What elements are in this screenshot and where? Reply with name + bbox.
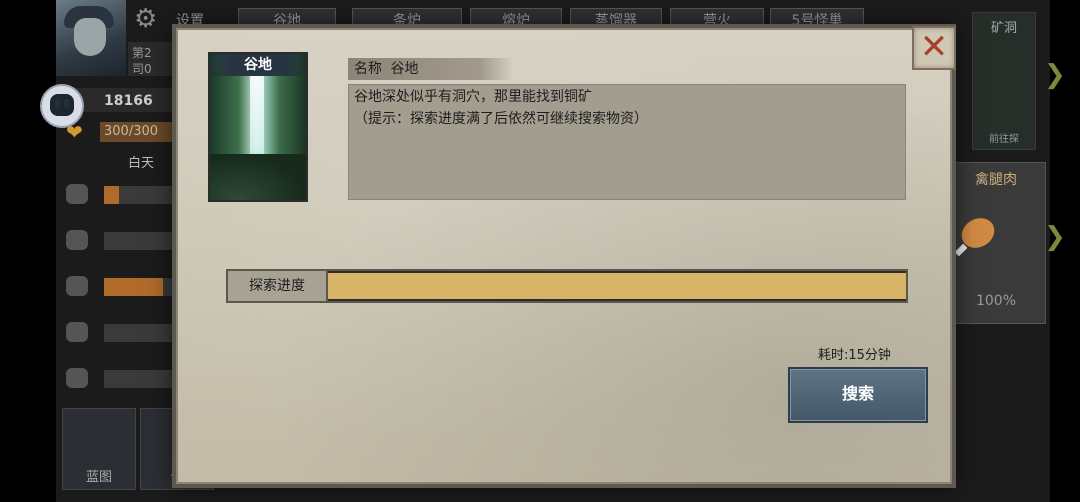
gear-icon[interactable]: ⚙: [134, 4, 157, 34]
character-avatar[interactable]: [56, 0, 126, 76]
need-bar: [104, 278, 178, 296]
blueprint-button[interactable]: 蓝图: [62, 408, 136, 490]
need-row-mood: [56, 314, 186, 354]
need-row-water: [56, 268, 186, 308]
need-bar-fill: [104, 278, 164, 296]
location-thumbnail: 谷地: [208, 52, 308, 202]
mood-icon: [66, 322, 88, 342]
bot-eye-right: [64, 99, 69, 108]
need-bar-fill: [104, 186, 119, 204]
daytime-label: 白天: [128, 156, 155, 171]
need-row-strength: [56, 360, 186, 400]
progress-label: 探索进度: [228, 271, 328, 301]
description-line-1: 谷地深处似乎有洞穴，那里能找到铜矿: [354, 89, 592, 105]
need-row-bread: [56, 222, 186, 262]
location-title: 谷地: [210, 54, 306, 76]
search-button[interactable]: 搜索: [788, 367, 928, 423]
strength-icon: [66, 368, 88, 388]
blueprint-label: 蓝图: [85, 470, 112, 485]
close-icon[interactable]: ✕: [912, 26, 956, 70]
chevron-right-icon[interactable]: ❯: [1044, 222, 1066, 252]
need-bar: [104, 232, 178, 250]
name-row: 名称 谷地: [354, 58, 418, 80]
day-counter-sub: 司0: [132, 62, 152, 76]
chevron-right-icon[interactable]: ❯: [1044, 60, 1066, 90]
score-value: 18166: [104, 93, 153, 109]
rocks: [210, 154, 306, 200]
mine-card-subtitle: 前往探: [989, 134, 1019, 145]
name-value: 谷地: [390, 61, 419, 77]
need-bar: [104, 370, 178, 388]
need-row-hunger: [56, 176, 186, 216]
progress-fill: [328, 273, 906, 299]
need-bar: [104, 186, 178, 204]
bot-face: [50, 94, 74, 116]
description-line-2: （提示：探索进度满了后依然可继续搜索物资）: [354, 111, 648, 127]
avatar-face: [74, 18, 106, 56]
water-drop-icon: [66, 276, 88, 296]
settings-label[interactable]: 设置: [176, 10, 204, 30]
hp-text: 300/300: [104, 124, 159, 139]
hunger-icon: [66, 184, 88, 204]
drumstick-bone: [954, 243, 968, 257]
mine-card[interactable]: 矿洞 前往探: [972, 12, 1036, 150]
exploration-progress: 探索进度: [226, 269, 908, 303]
time-cost: 耗时:15分钟: [818, 348, 891, 363]
left-letterbox: [0, 0, 56, 502]
name-label: 名称: [354, 61, 382, 77]
mine-card-title: 矿洞: [990, 21, 1017, 36]
need-bar: [104, 324, 178, 342]
food-card-percent: 100%: [975, 293, 1017, 309]
progress-track: [328, 273, 906, 299]
day-counter: 第2 司0: [128, 42, 178, 76]
food-card[interactable]: 禽腿肉 100%: [946, 162, 1046, 324]
food-card-title: 禽腿肉: [975, 172, 1017, 188]
bot-eye-left: [55, 99, 60, 108]
day-counter-label: 第2: [132, 46, 152, 60]
bread-icon: [66, 230, 88, 250]
heart-icon: ❤: [66, 120, 83, 144]
